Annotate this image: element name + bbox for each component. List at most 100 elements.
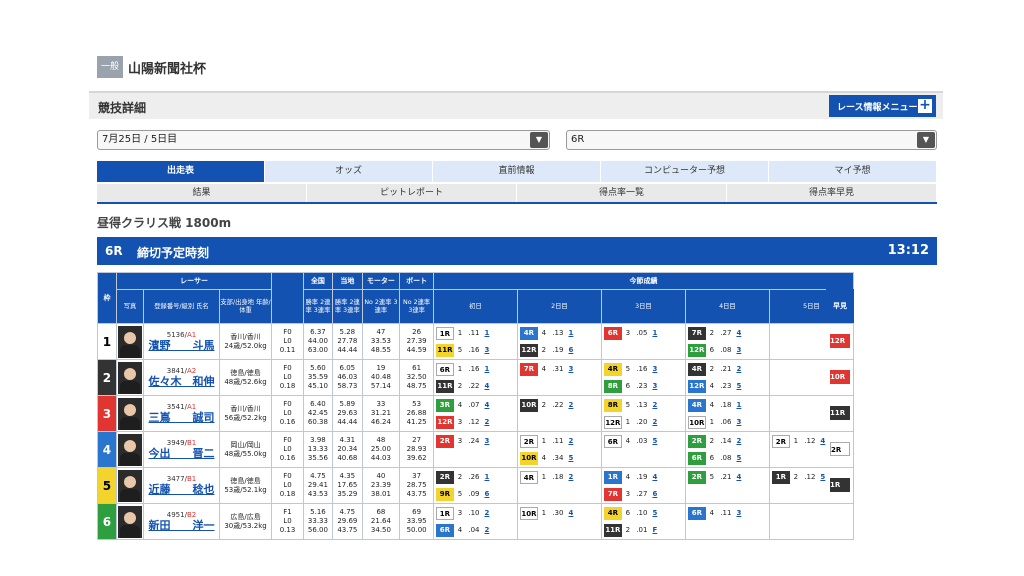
mot-value: 25.00 (370, 445, 391, 453)
finish-place-link[interactable]: 5 (650, 437, 660, 445)
finish-place-link[interactable]: 2 (482, 509, 492, 517)
race-no-badge: 11R (435, 379, 454, 393)
start-timing: .21 (720, 365, 732, 373)
date-select[interactable]: 7月25日 / 5日目 ▼ (97, 130, 550, 150)
mot-value: 40.48 (370, 373, 391, 381)
finish-place-link[interactable]: 2 (650, 418, 660, 426)
racer-photo[interactable] (118, 433, 143, 466)
finish-place-link[interactable]: 5 (734, 454, 744, 462)
early-race-badge[interactable]: 1R (830, 478, 850, 492)
nat-value: 33.33 (307, 517, 328, 525)
reg-number: 3541 (166, 403, 185, 411)
finish-place-link[interactable]: 1 (566, 329, 576, 337)
tab-pre-race-info[interactable]: 直前情報 (433, 161, 601, 182)
finish-place-link[interactable]: 5 (650, 509, 660, 517)
tab-pit-report[interactable]: ピットレポート (307, 184, 517, 202)
loc-cell: 4.35 17.65 35.29 (332, 467, 363, 504)
finish-place-link[interactable]: 2 (734, 437, 744, 445)
racer-photo[interactable] (118, 469, 143, 502)
racer-class: B1 (186, 439, 197, 447)
day-cell: 4R 1 .18 2 (516, 467, 602, 504)
finish-place-link[interactable]: 2 (734, 365, 744, 373)
finish-place-link[interactable]: 2 (566, 401, 576, 409)
loc-value: 58.73 (337, 382, 358, 390)
racer-photo[interactable] (118, 325, 143, 358)
finish-place-link[interactable]: 3 (482, 437, 492, 445)
finish-place-link[interactable]: 5 (566, 454, 576, 462)
start-timing: .16 (636, 365, 648, 373)
body-shape (120, 344, 141, 358)
finish-place-link[interactable]: 4 (734, 329, 744, 337)
tab-score-rate-quick[interactable]: 得点率早見 (727, 184, 937, 202)
finish-place-link[interactable]: 3 (482, 346, 492, 354)
day-results: 10R 1 .30 4 (518, 505, 600, 539)
finish-place-link[interactable]: 1 (482, 365, 492, 373)
racer-photo[interactable] (118, 361, 143, 394)
age-weight: 56歳/52.2kg (224, 413, 267, 422)
early-race-badge[interactable]: 12R (830, 334, 850, 348)
finish-place-link[interactable]: 4 (734, 473, 744, 481)
racer-name[interactable]: 濱野 斗馬 (145, 339, 219, 352)
finish-place-link[interactable]: 1 (482, 329, 492, 337)
tab-odds[interactable]: オッズ (265, 161, 433, 182)
finish-place-link[interactable]: 6 (650, 490, 660, 498)
racer-class: A1 (186, 331, 197, 339)
start-timing: .19 (636, 473, 648, 481)
finish-place-link[interactable]: 2 (650, 401, 660, 409)
finish-place-link[interactable]: 6 (482, 490, 492, 498)
racer-name[interactable]: 佐々木 和伸 (145, 375, 219, 388)
early-race-badge[interactable]: 11R (830, 406, 850, 420)
f-cell: F0 L0 0.18 (271, 359, 304, 396)
tab-results[interactable]: 結果 (97, 184, 307, 202)
session-row: 4R 2.21 2 (686, 361, 768, 378)
finish-place-link[interactable]: 4 (482, 401, 492, 409)
l-count: L0 (283, 481, 292, 489)
start-timing: .23 (636, 382, 648, 390)
boa-value: 28.93 (406, 445, 427, 453)
early-cell (826, 503, 854, 539)
racer-name[interactable]: 今出 晋二 (145, 447, 219, 460)
finish-place-link[interactable]: F (650, 526, 660, 534)
finish-place-link[interactable]: 4 (482, 382, 492, 390)
course-no: 3 (457, 509, 463, 517)
finish-place-link[interactable]: 1 (482, 473, 492, 481)
finish-place-link[interactable]: 2 (482, 526, 492, 534)
race-info-menu-button[interactable]: レース情報メニュー + (829, 95, 936, 117)
tab-my-prediction[interactable]: マイ予想 (769, 161, 937, 182)
finish-place-link[interactable]: 5 (734, 382, 744, 390)
finish-place-link[interactable]: 3 (734, 509, 744, 517)
racer-photo[interactable] (118, 397, 143, 430)
l-count: L0 (283, 517, 292, 525)
finish-place-link[interactable]: 4 (650, 473, 660, 481)
tab-computer-prediction[interactable]: コンピューター予想 (601, 161, 769, 182)
finish-place-link[interactable]: 3 (650, 365, 660, 373)
course-no: 3 (457, 418, 463, 426)
finish-place-link[interactable]: 3 (650, 382, 660, 390)
session-row (434, 450, 516, 467)
finish-place-link[interactable]: 3 (734, 346, 744, 354)
racer-row: 6 4951/B2 新田 洋一 広島/広島 30歳/53.2kg F1 L0 0.13 5.16… (97, 503, 855, 540)
tab-entry-list[interactable]: 出走表 (97, 161, 265, 182)
finish-place-link[interactable]: 3 (734, 418, 744, 426)
session-row: 9R 5 .09 6 (434, 486, 516, 503)
early-race-badge[interactable]: 10R (830, 370, 850, 384)
race-select[interactable]: 6R ▼ (566, 130, 937, 150)
racer-name[interactable]: 新田 洋一 (145, 519, 219, 532)
finish-place-link[interactable]: 4 (566, 509, 576, 517)
finish-place-link[interactable]: 6 (566, 346, 576, 354)
finish-place-link[interactable]: 2 (566, 473, 576, 481)
f-cell: F0 L0 0.16 (271, 431, 304, 468)
early-race-badge[interactable]: 2R (830, 442, 850, 456)
f-count: F0 (283, 328, 292, 336)
racer-photo[interactable] (118, 505, 143, 538)
finish-place-link[interactable]: 2 (566, 437, 576, 445)
finish-place-link[interactable]: 1 (734, 401, 744, 409)
finish-place-link[interactable]: 1 (650, 329, 660, 337)
racer-name[interactable]: 近藤 稔也 (145, 483, 219, 496)
tab-score-rate-list[interactable]: 得点率一覧 (517, 184, 727, 202)
finish-place-link[interactable]: 2 (482, 418, 492, 426)
start-timing: .18 (552, 473, 564, 481)
finish-place-link[interactable]: 3 (566, 365, 576, 373)
racer-name[interactable]: 三嶌 誠司 (145, 411, 219, 424)
day-results: 2R 1 .11 2 10R 4 .34 5 (518, 433, 600, 467)
